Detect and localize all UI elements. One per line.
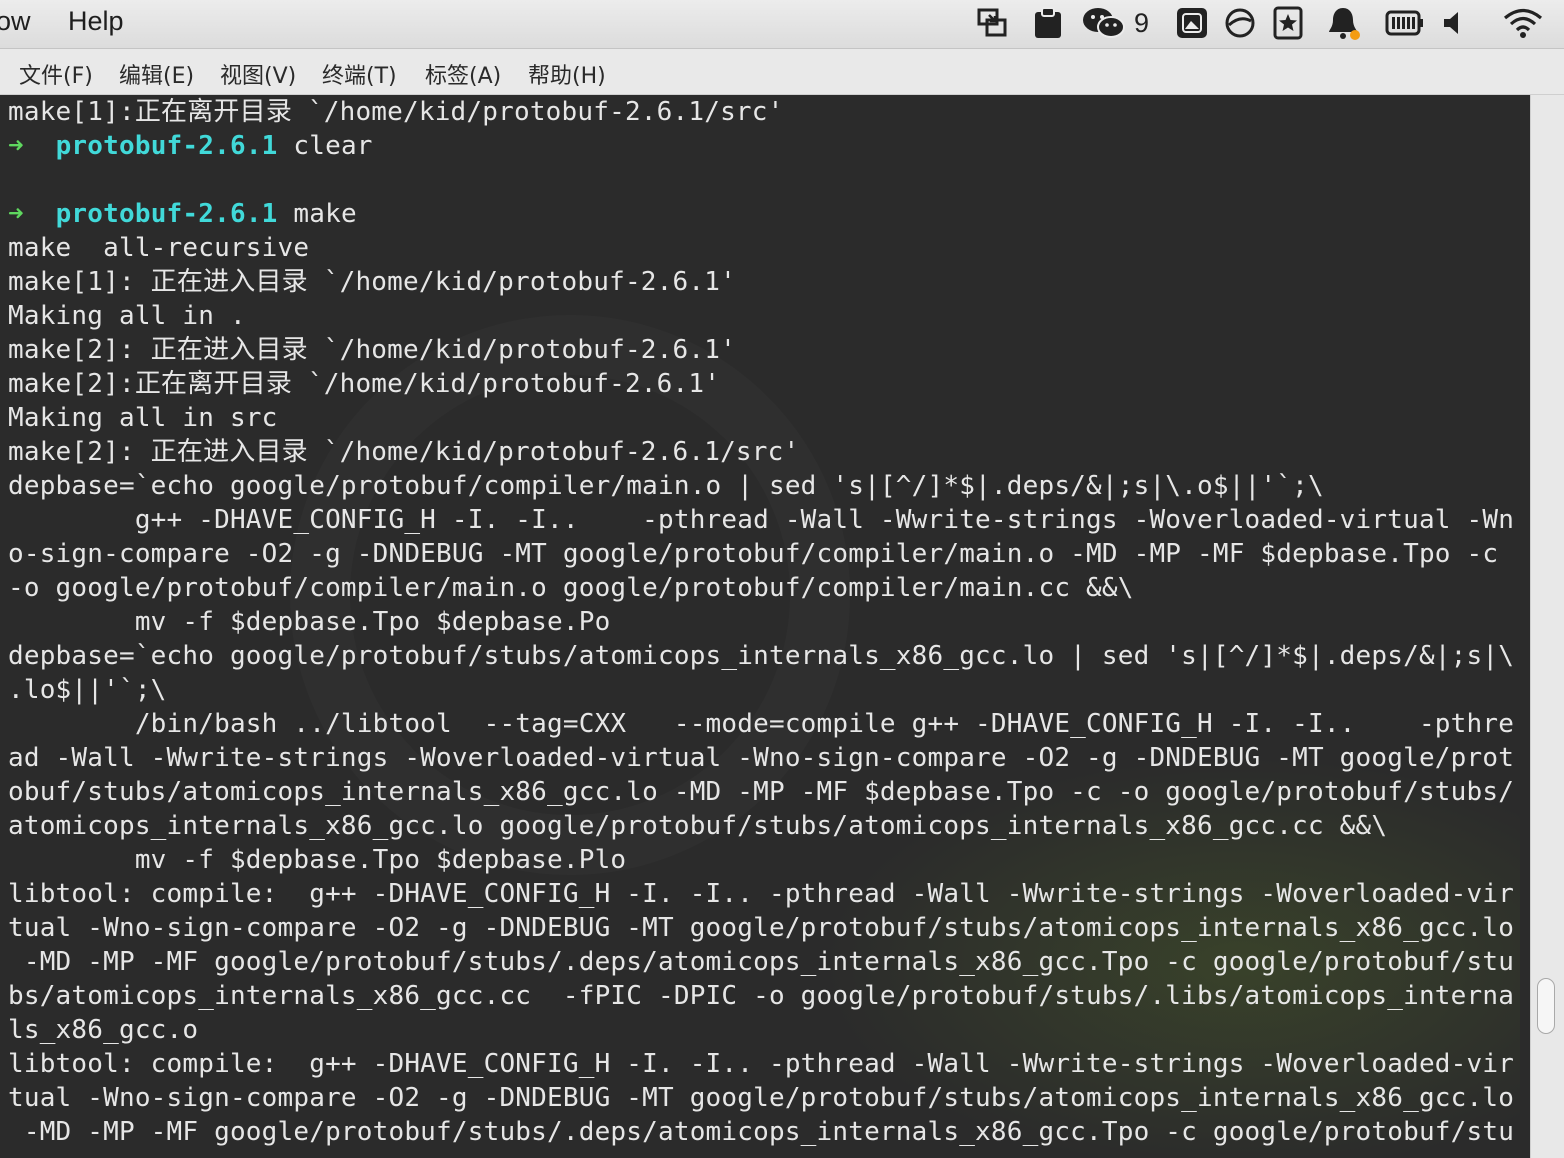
terminal-line: -MD -MP -MF google/protobuf/stubs/.deps/… xyxy=(8,1115,1533,1149)
terminal-lines: make[1]:正在离开目录 `/home/kid/protobuf-2.6.1… xyxy=(8,95,1533,1149)
terminal-line: tual -Wno-sign-compare -O2 -g -DNDEBUG -… xyxy=(8,911,1533,945)
terminal-line-text: make xyxy=(277,199,357,229)
battery-icon[interactable] xyxy=(1384,6,1424,40)
terminal-line-text: ls_x86_gcc.o xyxy=(8,1015,199,1045)
terminal-line: make[1]: 正在进入目录 `/home/kid/protobuf-2.6.… xyxy=(8,265,1533,299)
prompt-arrow-icon: ➜ xyxy=(8,131,24,161)
terminal-line: atomicops_internals_x86_gcc.lo google/pr… xyxy=(8,809,1533,843)
volume-icon[interactable] xyxy=(1440,6,1466,40)
circle-slash-icon[interactable] xyxy=(1222,6,1258,40)
terminal-line: bs/atomicops_internals_x86_gcc.cc -fPIC … xyxy=(8,979,1533,1013)
terminal-line-text: make[1]:正在离开目录 `/home/kid/protobuf-2.6.1… xyxy=(8,97,784,127)
terminal-line-text: -o google/protobuf/compiler/main.o googl… xyxy=(8,573,1134,603)
terminal-line-text: tual -Wno-sign-compare -O2 -g -DNDEBUG -… xyxy=(8,1083,1515,1113)
prompt-directory: protobuf-2.6.1 xyxy=(55,131,278,161)
terminal-line: Making all in src xyxy=(8,401,1533,435)
terminal-line-text: depbase=`echo google/protobuf/compiler/m… xyxy=(8,471,1324,501)
terminal-line-text: obuf/stubs/atomicops_internals_x86_gcc.l… xyxy=(8,777,1515,807)
terminal-line-text: make[2]:正在离开目录 `/home/kid/protobuf-2.6.1… xyxy=(8,369,721,399)
terminal-line-text: make all-recursive xyxy=(8,233,310,263)
terminal-line: -o google/protobuf/compiler/main.o googl… xyxy=(8,571,1533,605)
bookmark-star-icon[interactable] xyxy=(1270,6,1306,40)
photos-icon[interactable] xyxy=(1174,6,1210,40)
terminal-line: g++ -DHAVE_CONFIG_H -I. -I.. -pthread -W… xyxy=(8,503,1533,537)
terminal-line-text: g++ -DHAVE_CONFIG_H -I. -I.. -pthread -W… xyxy=(8,505,1515,535)
terminal-line: make[2]: 正在进入目录 `/home/kid/protobuf-2.6.… xyxy=(8,333,1533,367)
terminal-line: make[2]: 正在进入目录 `/home/kid/protobuf-2.6.… xyxy=(8,435,1533,469)
terminal-line-text: depbase=`echo google/protobuf/stubs/atom… xyxy=(8,641,1515,671)
terminal-line-text: tual -Wno-sign-compare -O2 -g -DNDEBUG -… xyxy=(8,913,1515,943)
terminal-line: libtool: compile: g++ -DHAVE_CONFIG_H -I… xyxy=(8,1047,1533,1081)
terminal-line: obuf/stubs/atomicops_internals_x86_gcc.l… xyxy=(8,775,1533,809)
terminal-line: mv -f $depbase.Tpo $depbase.Plo xyxy=(8,843,1533,877)
terminal-line: libtool: compile: g++ -DHAVE_CONFIG_H -I… xyxy=(8,877,1533,911)
terminal-line-text: make[2]: 正在进入目录 `/home/kid/protobuf-2.6.… xyxy=(8,437,800,467)
terminal-line-text: make[2]: 正在进入目录 `/home/kid/protobuf-2.6.… xyxy=(8,335,736,365)
terminal-line-text: mv -f $depbase.Tpo $depbase.Po xyxy=(8,607,611,637)
terminal-line: tual -Wno-sign-compare -O2 -g -DNDEBUG -… xyxy=(8,1081,1533,1115)
terminal-line-text: mv -f $depbase.Tpo $depbase.Plo xyxy=(8,845,627,875)
terminal-line-text: ad -Wall -Wwrite-strings -Woverloaded-vi… xyxy=(8,743,1515,773)
terminal-line-text: /bin/bash ../libtool --tag=CXX --mode=co… xyxy=(8,709,1515,739)
terminal-line: depbase=`echo google/protobuf/stubs/atom… xyxy=(8,639,1533,673)
terminal-line: ➜ protobuf-2.6.1 clear xyxy=(8,129,1533,163)
terminal-line: make[2]:正在离开目录 `/home/kid/protobuf-2.6.1… xyxy=(8,367,1533,401)
terminal-line-text: libtool: compile: g++ -DHAVE_CONFIG_H -I… xyxy=(8,1049,1515,1079)
terminal-line: mv -f $depbase.Tpo $depbase.Po xyxy=(8,605,1533,639)
terminal-line: -MD -MP -MF google/protobuf/stubs/.deps/… xyxy=(8,945,1533,979)
menu-view[interactable]: 视图(V) xyxy=(220,58,296,90)
wifi-icon[interactable] xyxy=(1500,6,1546,40)
prompt-arrow-icon: ➜ xyxy=(8,199,24,229)
terminal-line-text: Making all in src xyxy=(8,403,278,433)
terminal-line-text: bs/atomicops_internals_x86_gcc.cc -fPIC … xyxy=(8,981,1515,1011)
terminal-line: make[1]:正在离开目录 `/home/kid/protobuf-2.6.1… xyxy=(8,95,1533,129)
terminal-line: .lo$||'`;\ xyxy=(8,673,1533,707)
terminal-line: o-sign-compare -O2 -g -DNDEBUG -MT googl… xyxy=(8,537,1533,571)
terminal-line-text: -MD -MP -MF google/protobuf/stubs/.deps/… xyxy=(8,947,1515,977)
menu-tabs[interactable]: 标签(A) xyxy=(425,58,501,90)
menu-help[interactable]: 帮助(H) xyxy=(528,58,606,90)
terminal-line-text: libtool: compile: g++ -DHAVE_CONFIG_H -I… xyxy=(8,879,1515,909)
terminal-line: /bin/bash ../libtool --tag=CXX --mode=co… xyxy=(8,707,1533,741)
terminal-line: ls_x86_gcc.o xyxy=(8,1013,1533,1047)
terminal-line-text: -MD -MP -MF google/protobuf/stubs/.deps/… xyxy=(8,1117,1515,1147)
wechat-unread-count: 9 xyxy=(1134,8,1150,38)
terminal-line-text: atomicops_internals_x86_gcc.lo google/pr… xyxy=(8,811,1388,841)
clipboard-icon[interactable] xyxy=(1030,6,1066,40)
terminal-line: ➜ protobuf-2.6.1 make xyxy=(8,197,1533,231)
terminal-line: Making all in . xyxy=(8,299,1533,333)
wechat-icon[interactable] xyxy=(1080,6,1128,40)
terminal-line-text: clear xyxy=(277,131,373,161)
terminal-line: depbase=`echo google/protobuf/compiler/m… xyxy=(8,469,1533,503)
terminal-line: ad -Wall -Wwrite-strings -Woverloaded-vi… xyxy=(8,741,1533,775)
terminal-line-text: o-sign-compare -O2 -g -DNDEBUG -MT googl… xyxy=(8,539,1499,569)
system-menu-help[interactable]: Help xyxy=(68,6,124,37)
notification-bell-icon[interactable] xyxy=(1324,6,1364,40)
scrollbar-thumb[interactable] xyxy=(1537,978,1555,1034)
menu-file[interactable]: 文件(F) xyxy=(19,58,93,90)
prompt-directory: protobuf-2.6.1 xyxy=(55,199,278,229)
terminal-line-text: make[1]: 正在进入目录 `/home/kid/protobuf-2.6.… xyxy=(8,267,736,297)
terminal-line-text: .lo$||'`;\ xyxy=(8,675,167,705)
screen-share-icon[interactable] xyxy=(974,6,1010,40)
menu-edit[interactable]: 编辑(E) xyxy=(119,58,194,90)
menu-terminal[interactable]: 终端(T) xyxy=(322,58,397,90)
terminal-line-text: Making all in . xyxy=(8,301,246,331)
system-menu-window[interactable]: ow xyxy=(0,6,31,37)
terminal-line: make all-recursive xyxy=(8,231,1533,265)
